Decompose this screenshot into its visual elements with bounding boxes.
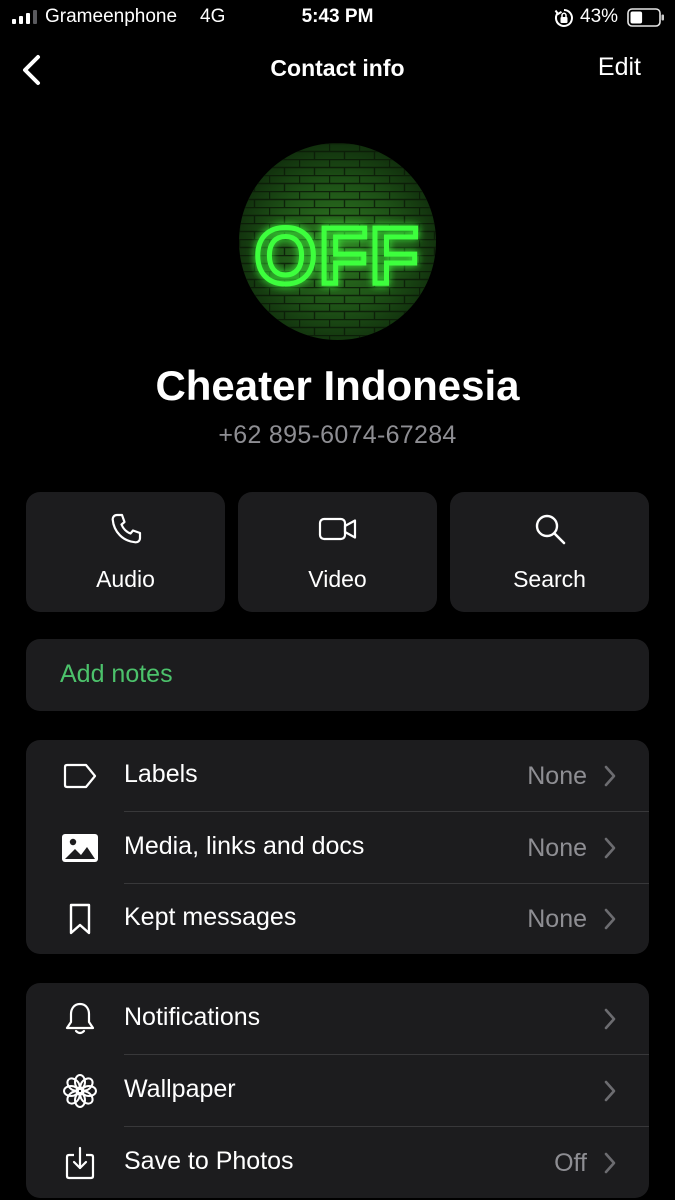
bell-icon xyxy=(65,1002,95,1035)
download-icon xyxy=(65,1146,95,1180)
video-call-button[interactable]: Video xyxy=(238,492,437,612)
contact-phone[interactable]: +62 895-6074-67284 xyxy=(0,421,675,450)
contact-name: Cheater Indonesia xyxy=(155,362,520,409)
kept-messages-value: None xyxy=(527,905,587,933)
phone-icon xyxy=(111,513,141,544)
search-icon xyxy=(535,514,565,545)
labels-label: Labels xyxy=(124,760,198,788)
labels-value: None xyxy=(527,762,587,790)
media-links-docs-row[interactable]: Media, links and docs None xyxy=(26,812,649,883)
notifications-label: Notifications xyxy=(124,1003,261,1031)
audio-call-button[interactable]: Audio xyxy=(26,492,225,612)
orientation-lock-icon xyxy=(554,9,573,27)
search-label: Search xyxy=(513,566,586,592)
contact-details-group: Labels None Media, links and docs None K… xyxy=(26,740,649,954)
chevron-right-icon xyxy=(604,1080,616,1102)
chevron-right-icon xyxy=(604,908,616,930)
media-links-docs-value: None xyxy=(527,834,587,862)
media-links-docs-label: Media, links and docs xyxy=(124,832,365,860)
image-icon xyxy=(62,834,98,862)
save-to-photos-row[interactable]: Save to Photos Off xyxy=(26,1127,649,1198)
contact-info-screen: Grameenphone 4G 5:43 PM 43% Contact info… xyxy=(0,0,675,1200)
save-to-photos-label: Save to Photos xyxy=(124,1147,294,1175)
battery-icon xyxy=(627,8,664,27)
save-to-photos-value: Off xyxy=(554,1149,587,1177)
chevron-right-icon xyxy=(604,1152,616,1174)
flower-icon xyxy=(63,1074,97,1108)
navigation-bar: Contact info Edit xyxy=(0,40,675,98)
settings-group: Notifications Wallpaper Save to Photos O… xyxy=(26,983,649,1198)
kept-messages-row[interactable]: Kept messages None xyxy=(26,883,649,954)
page-title: Contact info xyxy=(270,55,405,81)
wallpaper-row[interactable]: Wallpaper xyxy=(26,1055,649,1126)
add-notes-label: Add notes xyxy=(60,660,173,688)
video-label: Video xyxy=(308,566,367,592)
bookmark-icon xyxy=(69,903,91,935)
edit-button[interactable]: Edit xyxy=(598,53,641,82)
video-camera-icon xyxy=(318,517,356,541)
kept-messages-label: Kept messages xyxy=(124,903,297,931)
audio-label: Audio xyxy=(96,566,155,592)
chevron-right-icon xyxy=(604,837,616,859)
chevron-right-icon xyxy=(604,1008,616,1030)
status-bar: Grameenphone 4G 5:43 PM 43% xyxy=(0,0,675,36)
notifications-row[interactable]: Notifications xyxy=(26,983,649,1054)
chevron-right-icon xyxy=(604,765,616,787)
avatar-neon-text: OFF xyxy=(255,211,421,300)
search-chat-button[interactable]: Search xyxy=(450,492,649,612)
labels-row[interactable]: Labels None xyxy=(26,740,649,811)
contact-avatar[interactable]: OFF xyxy=(239,143,436,340)
avatar-image: OFF xyxy=(239,143,436,340)
battery-percentage: 43% xyxy=(580,6,619,27)
add-notes-button[interactable]: Add notes xyxy=(26,639,649,711)
label-tag-icon xyxy=(63,763,97,789)
wallpaper-label: Wallpaper xyxy=(124,1075,236,1103)
